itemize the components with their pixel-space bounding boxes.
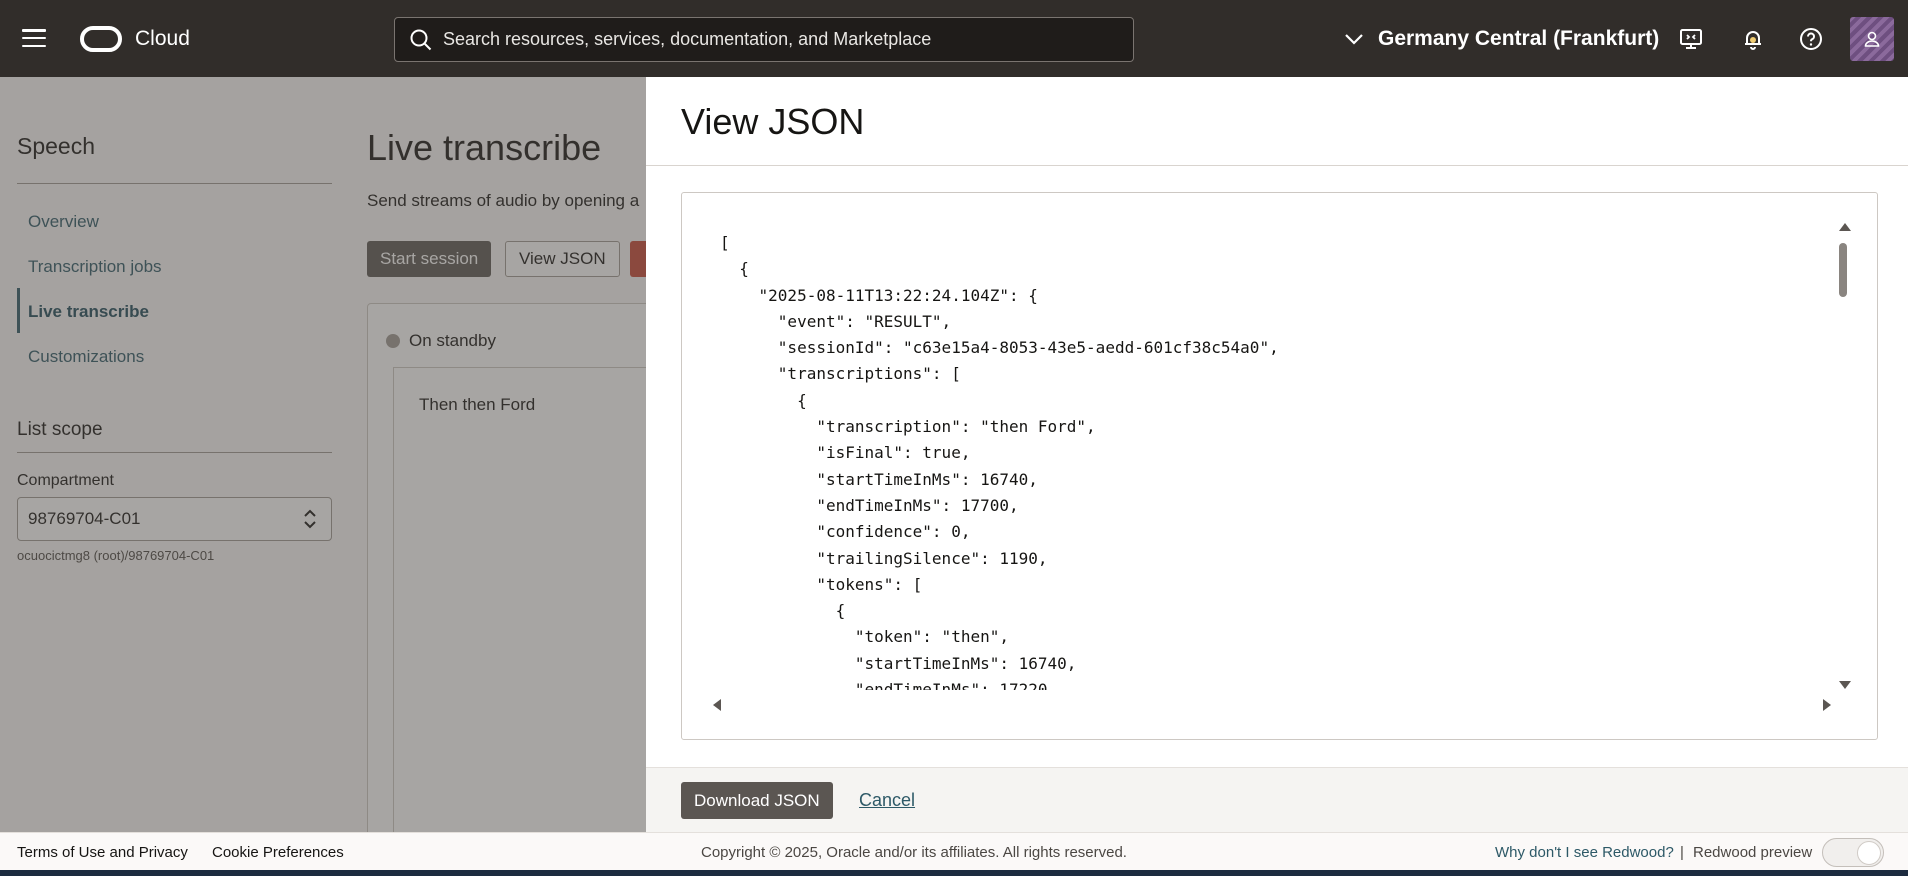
json-line: "transcription": "then Ford", [720,417,1096,437]
chevron-down-icon [1345,34,1363,45]
toggle-knob [1857,841,1881,865]
json-line: "transcriptions": [ [720,364,961,384]
notifications-bell-icon[interactable] [1739,25,1767,53]
cancel-link[interactable]: Cancel [859,790,915,811]
json-line: "2025-08-11T13:22:24.104Z": { [720,285,1038,305]
redwood-preview-toggle[interactable] [1822,838,1884,867]
drawer-title: View JSON [681,101,865,142]
region-label: Germany Central (Frankfurt) [1378,27,1660,50]
terms-link[interactable]: Terms of Use and Privacy [17,844,188,861]
scroll-right-arrow-icon[interactable] [1823,699,1831,711]
view-json-drawer: View JSON [ { "2025-08-11T13:22:24.104Z"… [646,77,1908,832]
json-line: "isFinal": true, [720,443,971,463]
brand-label[interactable]: Cloud [135,27,190,51]
json-viewer[interactable]: [ { "2025-08-11T13:22:24.104Z": { "event… [681,192,1878,740]
search-bar[interactable] [394,17,1134,62]
json-line: [ [720,233,730,252]
menu-icon[interactable] [22,28,46,48]
drawer-footer: Download JSON Cancel [646,767,1908,832]
separator: | [1680,844,1684,861]
json-line: { [720,601,846,621]
copyright-text: Copyright © 2025, Oracle and/or its affi… [701,844,1127,861]
json-line: "token": "then", [720,627,1009,647]
modal-overlay[interactable] [0,77,646,832]
top-header: Cloud Germany Central (Frankfurt) [0,0,1908,77]
json-line: "event": "RESULT", [720,311,952,331]
help-icon[interactable] [1797,25,1825,53]
json-content: [ { "2025-08-11T13:22:24.104Z": { "event… [720,230,1820,690]
bottom-strip [0,870,1908,876]
page-footer: Terms of Use and Privacy Cookie Preferen… [0,832,1908,870]
json-line: "trailingSilence": 1190, [720,548,1048,568]
why-redwood-link[interactable]: Why don't I see Redwood? [1495,844,1674,861]
json-line: "confidence": 0, [720,522,971,542]
scroll-up-arrow-icon[interactable] [1839,223,1851,231]
json-line: "tokens": [ [720,574,923,594]
json-line: "endTimeInMs": 17700, [720,495,1019,515]
user-avatar[interactable] [1850,17,1894,61]
divider [646,165,1908,166]
cloud-shell-icon[interactable] [1677,25,1705,53]
cookie-preferences-link[interactable]: Cookie Preferences [212,844,344,861]
json-line: "sessionId": "c63e15a4-8053-43e5-aedd-60… [720,338,1279,358]
json-line: "startTimeInMs": 16740, [720,653,1077,673]
oracle-logo-icon[interactable] [80,26,122,52]
scroll-down-arrow-icon[interactable] [1839,681,1851,689]
region-selector[interactable]: Germany Central (Frankfurt) [1344,22,1659,56]
download-json-button[interactable]: Download JSON [681,782,833,819]
json-line: "startTimeInMs": 16740, [720,469,1038,489]
vertical-scrollbar-thumb[interactable] [1839,243,1847,297]
json-line: "endTimeInMs": 17220, [720,680,1058,690]
json-line: { [720,259,749,279]
search-input[interactable] [443,24,1123,55]
search-icon [410,29,432,50]
redwood-preview-label: Redwood preview [1693,844,1813,861]
json-line: { [720,390,807,410]
user-icon [1864,31,1880,47]
scroll-left-arrow-icon[interactable] [713,699,721,711]
